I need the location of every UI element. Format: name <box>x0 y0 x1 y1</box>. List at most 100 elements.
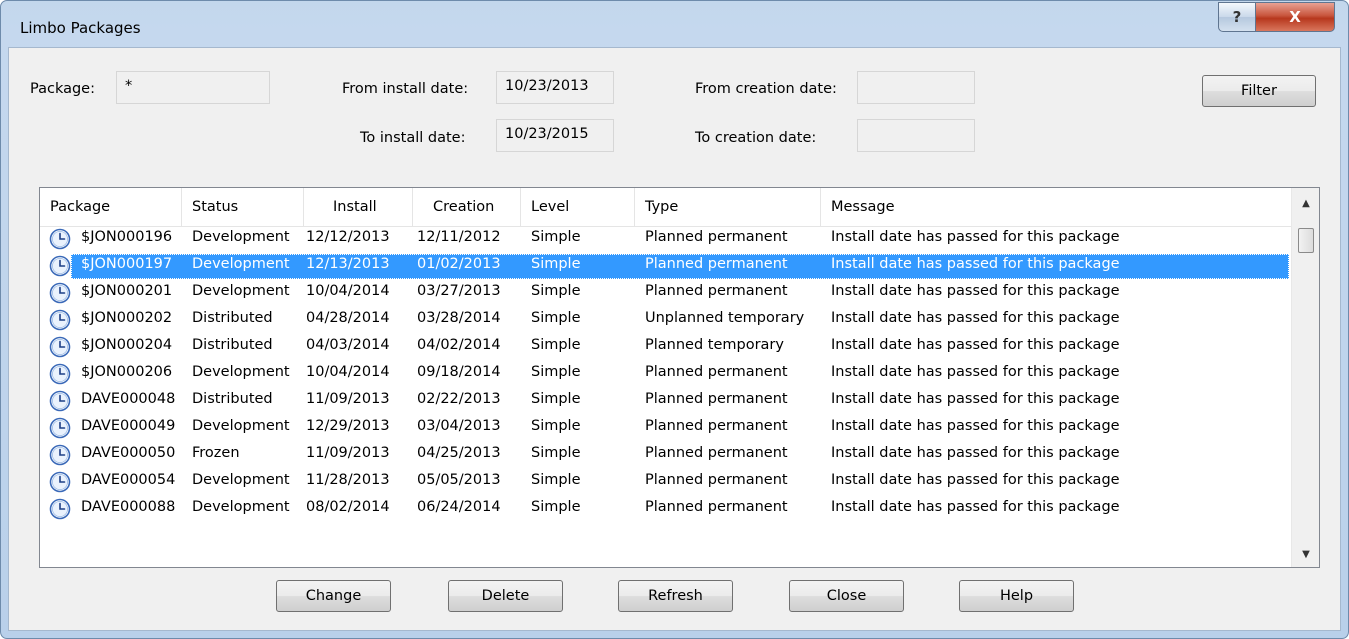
cell-install: 10/04/2014 <box>306 364 390 380</box>
vertical-scrollbar[interactable]: ▲ ▼ <box>1291 188 1319 567</box>
table-row[interactable]: DAVE000088 Development 08/02/2014 06/24/201… <box>40 496 1291 523</box>
from-creation-date-label: From creation date: <box>695 81 837 97</box>
clock-icon <box>49 390 71 412</box>
cell-level: Simple <box>531 337 581 353</box>
cell-install: 12/12/2013 <box>306 229 390 245</box>
cell-package: $JON000201 <box>81 283 173 299</box>
cell-install: 04/28/2014 <box>306 310 390 326</box>
cell-package: DAVE000088 <box>81 499 176 515</box>
cell-level: Simple <box>531 445 581 461</box>
cell-message: Install date has passed for this package <box>831 337 1120 353</box>
close-button[interactable]: Close <box>789 580 904 612</box>
cell-status: Development <box>192 229 290 245</box>
table-row[interactable]: $JON000197 Development 12/13/2013 01/02/201… <box>40 253 1291 280</box>
cell-package: $JON000202 <box>81 310 173 326</box>
from-install-date-field[interactable]: 10/23/2013 <box>496 71 614 104</box>
from-install-date-label: From install date: <box>342 81 469 97</box>
cell-level: Simple <box>531 283 581 299</box>
cell-type: Planned permanent <box>645 256 788 272</box>
cell-package: $JON000206 <box>81 364 173 380</box>
column-header-type[interactable]: Type <box>635 188 821 226</box>
scroll-up-arrow-icon[interactable]: ▲ <box>1292 192 1319 214</box>
cell-creation: 09/18/2014 <box>417 364 501 380</box>
delete-button[interactable]: Delete <box>448 580 563 612</box>
help-button[interactable]: Help <box>959 580 1074 612</box>
table-row[interactable]: $JON000202 Distributed 04/28/2014 03/28/201… <box>40 307 1291 334</box>
cell-install: 11/09/2013 <box>306 391 390 407</box>
cell-message: Install date has passed for this package <box>831 418 1120 434</box>
cell-type: Unplanned temporary <box>645 310 805 326</box>
cell-status: Development <box>192 364 290 380</box>
table-row[interactable]: DAVE000050 Frozen 11/09/2013 04/25/2013 Simp… <box>40 442 1291 469</box>
close-icon: X <box>1289 8 1301 26</box>
clock-icon <box>49 444 71 466</box>
cell-package: $JON000204 <box>81 337 173 353</box>
column-header-creation[interactable]: Creation <box>413 188 521 226</box>
change-button[interactable]: Change <box>276 580 391 612</box>
cell-status: Development <box>192 418 290 434</box>
cell-install: 12/29/2013 <box>306 418 390 434</box>
to-creation-date-field[interactable] <box>857 119 975 152</box>
to-install-date-field[interactable]: 10/23/2015 <box>496 119 614 152</box>
cell-creation: 03/04/2013 <box>417 418 501 434</box>
clock-icon <box>49 363 71 385</box>
column-header-package[interactable]: Package <box>40 188 182 226</box>
column-header-install[interactable]: Install <box>304 188 413 226</box>
scrollbar-thumb[interactable] <box>1298 228 1314 253</box>
column-header-message[interactable]: Message <box>821 188 1291 226</box>
clock-icon <box>49 309 71 331</box>
from-creation-date-field[interactable] <box>857 71 975 104</box>
limbo-packages-window: Limbo Packages ? X Package: * From insta… <box>0 0 1349 639</box>
window-title: Limbo Packages <box>20 19 141 37</box>
table-row[interactable]: DAVE000048 Distributed 11/09/2013 02/22/201… <box>40 388 1291 415</box>
cell-creation: 03/27/2013 <box>417 283 501 299</box>
table-row[interactable]: DAVE000054 Development 11/28/2013 05/05/201… <box>40 469 1291 496</box>
title-bar[interactable]: Limbo Packages ? X <box>1 1 1348 47</box>
table-row[interactable]: $JON000206 Development 10/04/2014 09/18/201… <box>40 361 1291 388</box>
package-filter-field[interactable]: * <box>116 71 270 104</box>
column-header-status[interactable]: Status <box>182 188 304 226</box>
cell-package: DAVE000054 <box>81 472 176 488</box>
cell-type: Planned permanent <box>645 229 788 245</box>
cell-package: DAVE000050 <box>81 445 176 461</box>
cell-status: Distributed <box>192 310 273 326</box>
table-row[interactable]: $JON000196 Development 12/12/2013 12/11/201… <box>40 226 1291 253</box>
cell-type: Planned permanent <box>645 418 788 434</box>
cell-creation: 03/28/2014 <box>417 310 501 326</box>
cell-message: Install date has passed for this package <box>831 472 1120 488</box>
scroll-down-arrow-icon[interactable]: ▼ <box>1292 543 1319 565</box>
cell-level: Simple <box>531 310 581 326</box>
cell-creation: 05/05/2013 <box>417 472 501 488</box>
filter-button[interactable]: Filter <box>1202 75 1316 107</box>
cell-status: Development <box>192 472 290 488</box>
table-row[interactable]: $JON000204 Distributed 04/03/2014 04/02/201… <box>40 334 1291 361</box>
cell-creation: 02/22/2013 <box>417 391 501 407</box>
column-header-level[interactable]: Level <box>521 188 635 226</box>
clock-icon <box>49 255 71 277</box>
help-title-button[interactable]: ? <box>1218 2 1256 32</box>
clock-icon <box>49 336 71 358</box>
clock-icon <box>49 417 71 439</box>
cell-level: Simple <box>531 472 581 488</box>
table-header: Package Status Install Creation Level Ty… <box>40 188 1291 227</box>
cell-type: Planned permanent <box>645 445 788 461</box>
refresh-button[interactable]: Refresh <box>618 580 733 612</box>
cell-install: 12/13/2013 <box>306 256 390 272</box>
cell-type: Planned permanent <box>645 499 788 515</box>
cell-message: Install date has passed for this package <box>831 283 1120 299</box>
cell-type: Planned permanent <box>645 364 788 380</box>
table-row[interactable]: $JON000201 Development 10/04/2014 03/27/201… <box>40 280 1291 307</box>
package-filter-label: Package: <box>30 81 95 97</box>
packages-table[interactable]: Package Status Install Creation Level Ty… <box>39 187 1320 568</box>
cell-type: Planned permanent <box>645 391 788 407</box>
cell-level: Simple <box>531 499 581 515</box>
clock-icon <box>49 282 71 304</box>
cell-message: Install date has passed for this package <box>831 310 1120 326</box>
table-row[interactable]: DAVE000049 Development 12/29/2013 03/04/201… <box>40 415 1291 442</box>
cell-status: Development <box>192 499 290 515</box>
cell-install: 10/04/2014 <box>306 283 390 299</box>
cell-status: Distributed <box>192 391 273 407</box>
to-install-date-label: To install date: <box>360 130 466 146</box>
close-title-button[interactable]: X <box>1255 2 1335 32</box>
cell-type: Planned permanent <box>645 472 788 488</box>
